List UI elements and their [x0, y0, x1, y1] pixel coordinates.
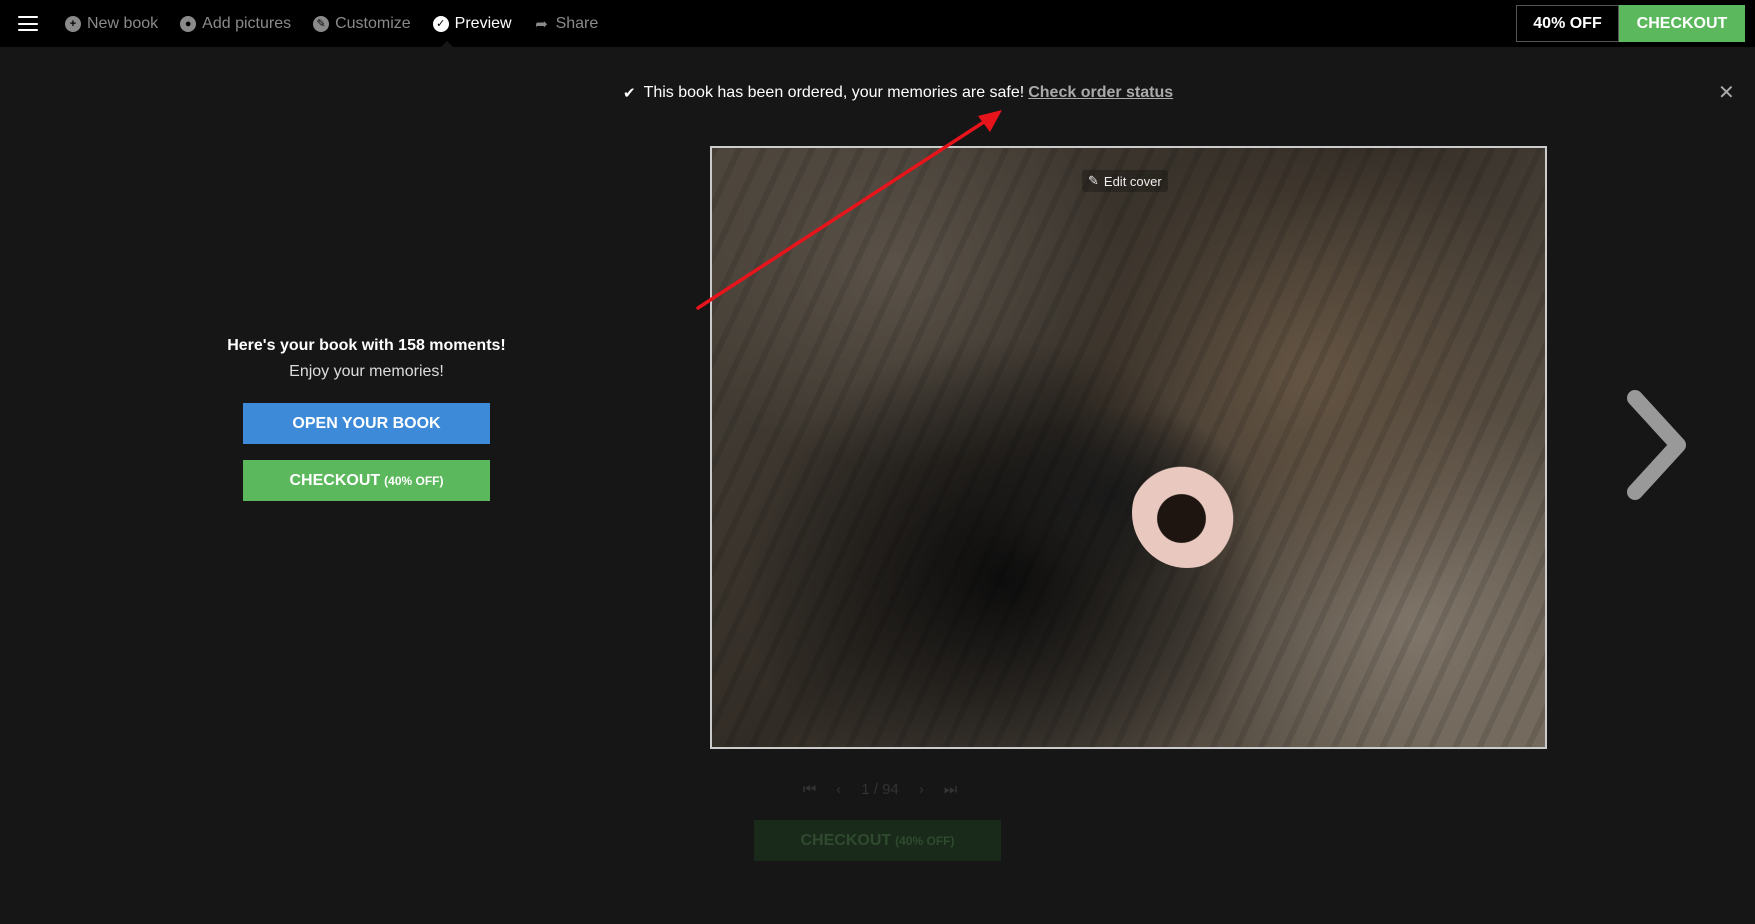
checkout-button-top[interactable]: CHECKOUT: [1619, 5, 1745, 42]
check-circle-icon: ✓: [432, 15, 449, 32]
page-indicator: 1 / 94: [861, 780, 899, 798]
book-summary-subtitle: Enjoy your memories!: [289, 363, 444, 380]
nav-item-label: New book: [87, 14, 159, 32]
book-summary-title: Here's your book with 158 moments!: [227, 337, 506, 354]
cover-photo-paw: [1132, 458, 1242, 568]
prev-page-icon[interactable]: ‹: [836, 781, 841, 798]
page-navigator: ⏮ ‹ 1 / 94 › ⏭: [780, 778, 980, 800]
nav-item-label: Preview: [454, 14, 512, 32]
checkmark-icon: ✔: [623, 85, 636, 102]
checkout-discount: (40% OFF): [895, 833, 955, 848]
nav-item-label: Customize: [335, 14, 411, 32]
hamburger-menu-icon[interactable]: [18, 16, 38, 31]
pencil-icon: ✎: [1088, 173, 1099, 188]
nav-item-label: Share: [555, 14, 599, 32]
discount-button[interactable]: 40% OFF: [1516, 5, 1619, 42]
camera-icon: ●: [180, 15, 197, 32]
notice-text: This book has been ordered, your memorie…: [643, 84, 1025, 101]
next-page-arrow-icon[interactable]: [1620, 390, 1690, 500]
nav-item-label: Add pictures: [202, 14, 292, 32]
checkout-button-left[interactable]: CHECKOUT (40% OFF): [243, 460, 490, 501]
nav-item-add-pictures[interactable]: ● Add pictures: [180, 0, 291, 47]
open-book-button[interactable]: OPEN YOUR BOOK: [243, 403, 490, 444]
nav-item-share[interactable]: ➦ Share: [534, 0, 599, 47]
checkout-label: CHECKOUT: [289, 471, 381, 489]
checkout-label: CHECKOUT: [800, 831, 892, 849]
cover-photo-texture: [712, 148, 1545, 747]
first-page-icon[interactable]: ⏮: [803, 781, 817, 798]
nav-item-customize[interactable]: ✎ Customize: [313, 0, 411, 47]
check-order-status-link[interactable]: Check order status: [1028, 84, 1173, 102]
edit-cover-button[interactable]: ✎ Edit cover: [1082, 170, 1168, 192]
last-page-icon[interactable]: ⏭: [944, 781, 958, 798]
nav-steps: + New book ● Add pictures ✎ Customize ✓ …: [65, 0, 620, 47]
brush-icon: ✎: [313, 15, 330, 32]
top-nav-bar: + New book ● Add pictures ✎ Customize ✓ …: [0, 0, 1755, 47]
checkout-button-bottom[interactable]: CHECKOUT (40% OFF): [754, 820, 1001, 861]
edit-cover-label: Edit cover: [1103, 173, 1162, 189]
share-arrow-icon: ➦: [535, 15, 548, 33]
next-page-icon[interactable]: ›: [919, 781, 924, 798]
book-summary-panel: Here's your book with 158 moments! Enjoy…: [200, 335, 533, 501]
book-cover-image[interactable]: ✎ Edit cover: [710, 146, 1547, 749]
nav-item-preview[interactable]: ✓ Preview: [432, 0, 512, 47]
plus-circle-icon: +: [65, 15, 81, 32]
nav-item-new-book[interactable]: + New book: [65, 0, 158, 47]
close-icon[interactable]: ✕: [1718, 82, 1735, 104]
checkout-discount: (40% OFF): [384, 473, 444, 488]
order-notice: ✔ This book has been ordered, your memor…: [623, 82, 1173, 104]
